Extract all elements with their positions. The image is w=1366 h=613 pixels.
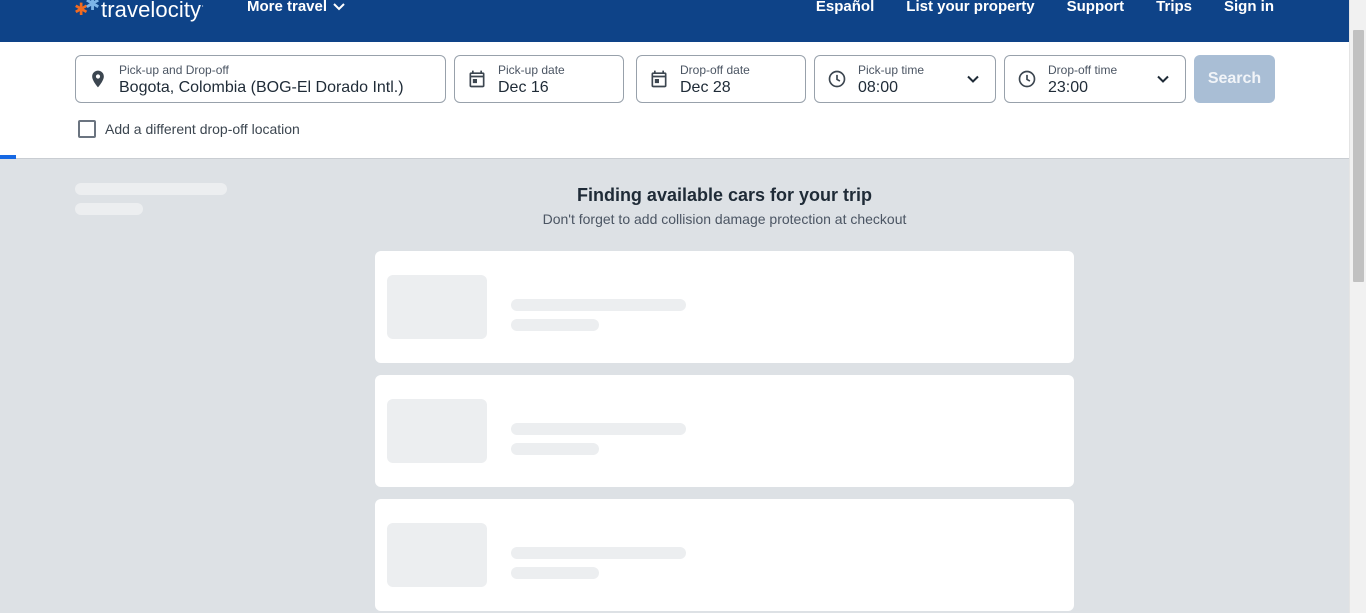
location-label: Pick-up and Drop-off xyxy=(119,63,229,77)
dropoff-time-value: 23:00 xyxy=(1048,79,1089,96)
pickup-time-select[interactable]: Pick-up time 08:00 xyxy=(814,55,996,103)
nav-support[interactable]: Support xyxy=(1067,0,1125,15)
pickup-dropoff-location-field[interactable]: Pick-up and Drop-off Bogota, Colombia (B… xyxy=(75,55,446,103)
more-travel-label: More travel xyxy=(247,0,328,15)
logo-star-icon: ✱ ✱ xyxy=(74,0,101,19)
scrollbar-thumb[interactable] xyxy=(1353,30,1364,282)
loading-subheading: Don't forget to add collision damage pro… xyxy=(542,211,907,227)
loading-progress-bar xyxy=(0,155,16,159)
pickup-date-field[interactable]: Pick-up date Dec 16 xyxy=(454,55,624,103)
dropoff-time-label: Drop-off time xyxy=(1048,63,1118,77)
chevron-down-icon xyxy=(1157,75,1169,83)
nav-espanol[interactable]: Español xyxy=(816,0,874,15)
skeleton-image xyxy=(387,523,487,587)
clock-icon xyxy=(828,70,846,88)
pickup-time-value: 08:00 xyxy=(858,79,899,96)
skeleton-line xyxy=(511,547,686,559)
loading-heading: Finding available cars for your trip xyxy=(576,185,873,205)
dropoff-date-field[interactable]: Drop-off date Dec 28 xyxy=(636,55,806,103)
dropoff-date-label: Drop-off date xyxy=(680,63,750,77)
skeleton-image xyxy=(387,275,487,339)
clock-icon xyxy=(1018,70,1036,88)
dropoff-time-select[interactable]: Drop-off time 23:00 xyxy=(1004,55,1186,103)
page-scrollbar[interactable] xyxy=(1349,0,1366,613)
skeleton-line xyxy=(511,443,599,455)
pickup-time-label: Pick-up time xyxy=(858,63,925,77)
nav-trips[interactable]: Trips xyxy=(1156,0,1192,15)
skeleton-placeholder xyxy=(75,203,143,215)
header-nav: Español List your property Support Trips… xyxy=(816,0,1274,15)
dropoff-date-value: Dec 28 xyxy=(680,79,731,96)
pickup-date-label: Pick-up date xyxy=(498,63,565,77)
calendar-icon xyxy=(651,70,667,88)
car-search-form: Pick-up and Drop-off Bogota, Colombia (B… xyxy=(0,42,1349,159)
top-navigation-bar: ✱ ✱ travelocity· More travel Español List… xyxy=(0,0,1349,42)
different-dropoff-label: Add a different drop-off location xyxy=(105,121,300,137)
calendar-icon xyxy=(469,70,485,88)
nav-list-your-property[interactable]: List your property xyxy=(906,0,1034,15)
skeleton-result-card xyxy=(375,499,1074,611)
more-travel-menu[interactable]: More travel xyxy=(247,0,345,15)
nav-sign-in[interactable]: Sign in xyxy=(1224,0,1274,15)
location-pin-icon xyxy=(92,70,104,88)
skeleton-result-card xyxy=(375,251,1074,363)
skeleton-image xyxy=(387,399,487,463)
chevron-down-icon xyxy=(333,2,345,10)
skeleton-line xyxy=(511,567,599,579)
location-value: Bogota, Colombia (BOG-El Dorado Intl.) xyxy=(119,79,404,96)
checkbox-box[interactable] xyxy=(78,120,96,138)
skeleton-placeholder xyxy=(75,183,227,195)
skeleton-line xyxy=(511,299,686,311)
skeleton-line xyxy=(511,319,599,331)
logo-text: travelocity· xyxy=(101,0,205,22)
travelocity-logo[interactable]: ✱ ✱ travelocity· xyxy=(74,0,204,25)
pickup-date-value: Dec 16 xyxy=(498,79,549,96)
skeleton-result-card xyxy=(375,375,1074,487)
chevron-down-icon xyxy=(967,75,979,83)
skeleton-line xyxy=(511,423,686,435)
search-button[interactable]: Search xyxy=(1194,55,1275,103)
different-dropoff-checkbox[interactable]: Add a different drop-off location xyxy=(78,120,300,138)
